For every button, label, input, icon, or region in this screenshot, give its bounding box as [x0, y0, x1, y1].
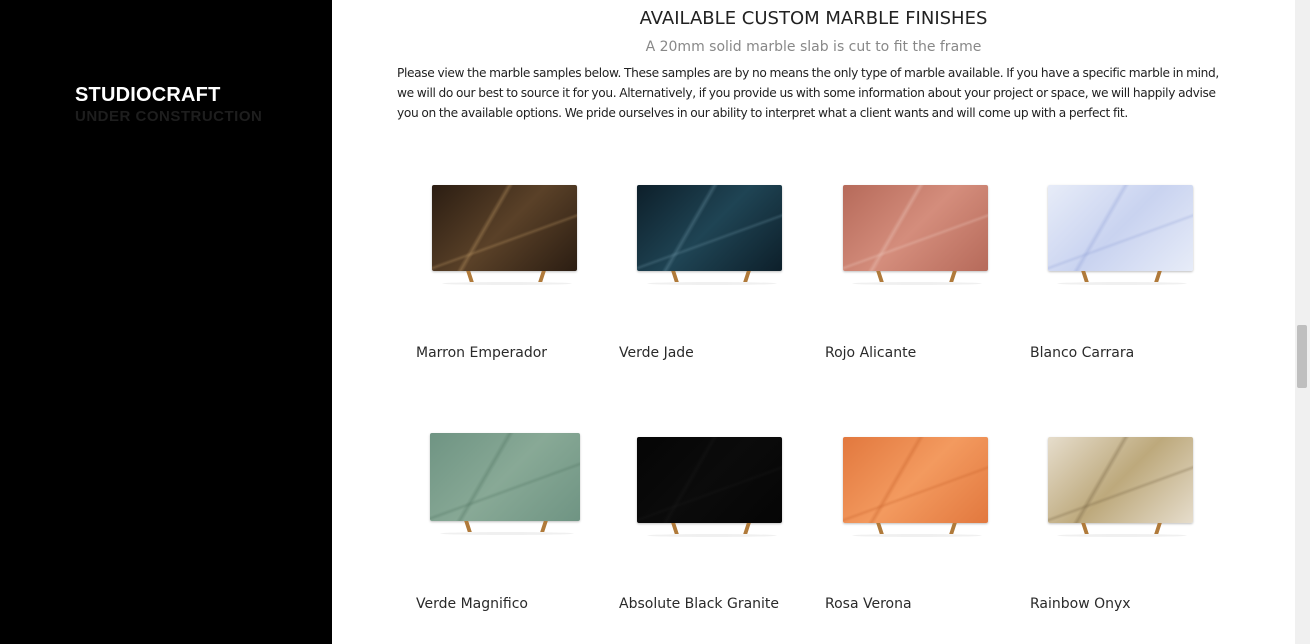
- main-content: AVAILABLE CUSTOM MARBLE FINISHES A 20mm …: [332, 0, 1295, 644]
- marble-slab-image[interactable]: [430, 185, 620, 305]
- brand-logo[interactable]: STUDIOCRAFT: [75, 84, 221, 107]
- brand-tagline: UNDER CONSTRUCTION: [75, 108, 263, 125]
- scrollbar-thumb[interactable]: [1297, 325, 1307, 388]
- marble-slab-image[interactable]: [1047, 185, 1237, 305]
- marble-name: Verde Magnifico: [416, 596, 528, 612]
- scrollbar-track[interactable]: [1295, 0, 1310, 644]
- intro-paragraph: Please view the marble samples below. Th…: [397, 66, 1219, 120]
- marble-name: Marron Emperador: [416, 345, 548, 361]
- page-title: AVAILABLE CUSTOM MARBLE FINISHES: [639, 8, 988, 29]
- marble-name: Verde Jade: [619, 345, 694, 361]
- marble-name: Rosa Verona: [825, 596, 912, 612]
- marble-slab-image[interactable]: [637, 437, 827, 557]
- marble-name: Blanco Carrara: [1030, 345, 1135, 361]
- marble-name: Rojo Alicante: [825, 345, 917, 361]
- marble-slab-image[interactable]: [842, 437, 1032, 557]
- marble-slab-image[interactable]: [637, 185, 827, 305]
- marble-slab-image[interactable]: [1047, 437, 1237, 557]
- marble-name: Rainbow Onyx: [1030, 596, 1131, 612]
- marble-slab-image[interactable]: [430, 433, 620, 553]
- page-subtitle: A 20mm solid marble slab is cut to fit t…: [645, 39, 982, 55]
- marble-name: Absolute Black Granite: [619, 596, 780, 612]
- marble-slab-image[interactable]: [842, 185, 1032, 305]
- sidebar: STUDIOCRAFT UNDER CONSTRUCTION: [0, 0, 332, 644]
